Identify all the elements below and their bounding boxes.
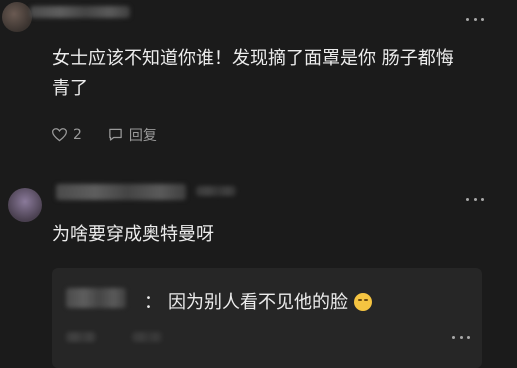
reply-meta-blurred <box>66 332 96 342</box>
like-count: 2 <box>73 127 82 143</box>
reply-label: 回复 <box>128 128 157 144</box>
more-options-button[interactable] <box>466 196 484 202</box>
heart-icon <box>52 128 67 142</box>
reply-separator: ： <box>144 292 162 313</box>
comment-text: 为啥要穿成奥特曼呀 <box>52 224 214 245</box>
reply-username-blurred[interactable] <box>66 288 126 308</box>
reply-preview[interactable]: ： 因为别人看不见他的脸 <box>52 268 482 368</box>
like-button[interactable]: 2 <box>52 127 82 143</box>
more-dots-icon <box>466 17 469 21</box>
more-options-button[interactable] <box>466 16 484 22</box>
username-blurred-extra <box>196 186 236 196</box>
sweat-smile-emoji-icon <box>354 293 372 311</box>
username-blurred[interactable] <box>30 6 130 18</box>
reply-meta-blurred <box>132 332 162 342</box>
comment-text: 女士应该不知道你谁！发现摘了面罩是你 肠子都悔 青了 <box>52 48 454 99</box>
reply-content: 因为别人看不见他的脸 <box>168 292 348 313</box>
reply-button[interactable]: 回复 <box>108 125 157 145</box>
comment-actions: 2 回复 <box>52 125 183 145</box>
reply-text: 因为别人看不见他的脸 <box>168 288 372 314</box>
avatar[interactable] <box>2 2 32 32</box>
avatar[interactable] <box>8 188 42 222</box>
more-options-button[interactable] <box>452 334 470 340</box>
comment-icon <box>109 128 122 141</box>
username-blurred[interactable] <box>56 184 186 200</box>
more-dots-icon <box>466 197 469 201</box>
more-dots-icon <box>452 335 455 339</box>
